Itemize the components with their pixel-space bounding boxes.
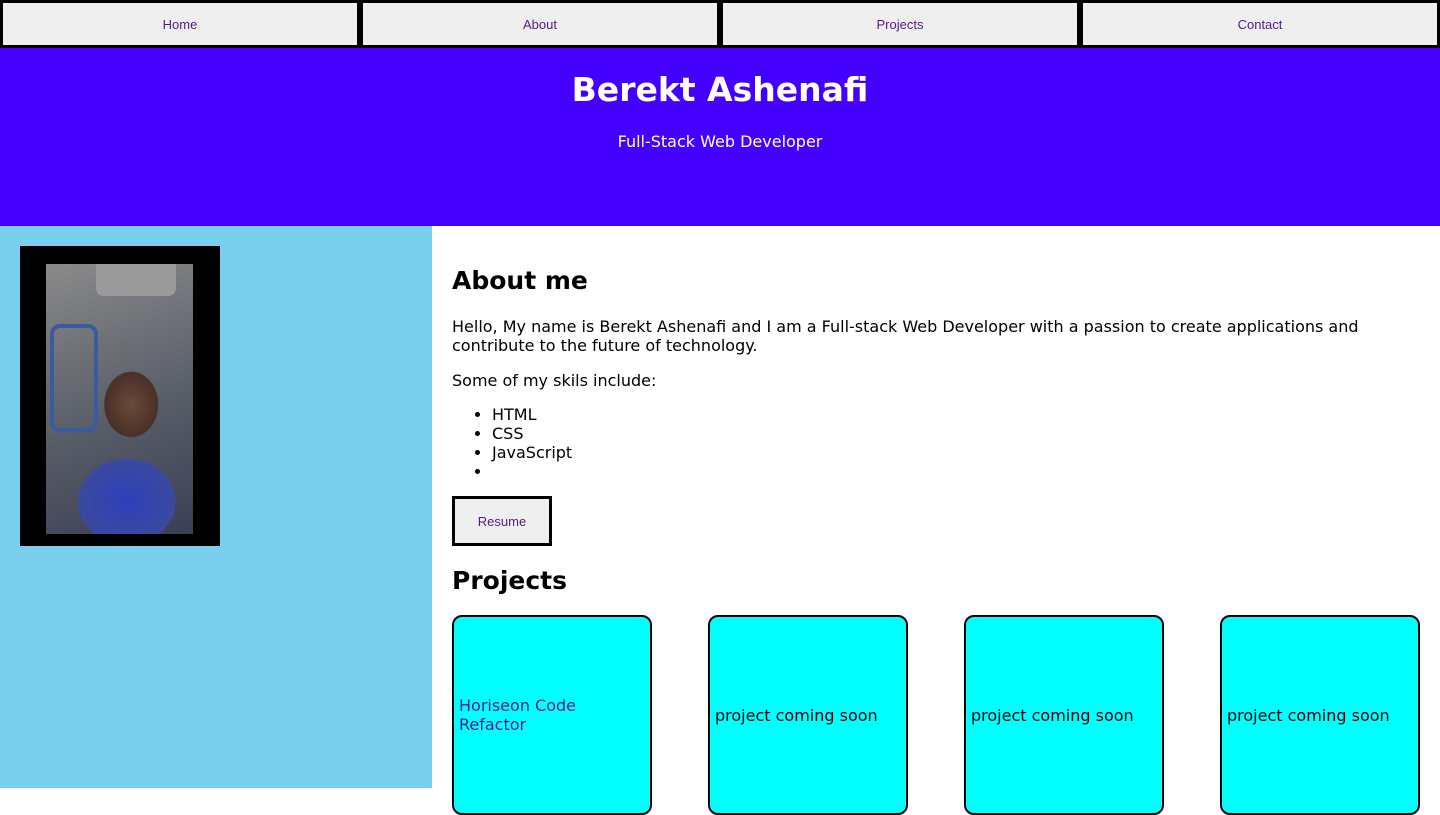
project-label: project coming soon <box>1227 705 1390 725</box>
skill-item <box>492 462 572 481</box>
project-label: project coming soon <box>715 705 878 725</box>
skill-item: JavaScript <box>492 443 572 462</box>
projects-heading: Projects <box>452 566 568 595</box>
nav-home-button[interactable]: Home <box>0 0 360 48</box>
about-paragraph: Hello, My name is Berekt Ashenafi and I … <box>452 317 1359 355</box>
skills-intro: Some of my skils include: <box>452 371 657 390</box>
skill-item: HTML <box>492 405 572 424</box>
site-subtitle: Full-Stack Web Developer <box>617 132 823 151</box>
about-heading: About me <box>452 266 588 295</box>
top-nav: Home About Projects Contact <box>0 0 1440 48</box>
header-banner: Berekt Ashenafi Full-Stack Web Developer <box>0 48 1440 226</box>
sidebar <box>0 226 432 788</box>
profile-photo <box>46 264 193 534</box>
project-link[interactable]: Horiseon Code Refactor <box>459 696 645 734</box>
nav-projects-button[interactable]: Projects <box>720 0 1080 48</box>
project-label: project coming soon <box>971 705 1134 725</box>
nav-about-button[interactable]: About <box>360 0 720 48</box>
profile-photo-frame <box>20 246 220 546</box>
site-title: Berekt Ashenafi <box>571 70 869 109</box>
project-card: project coming soon <box>964 615 1164 815</box>
skills-list: HTML CSS JavaScript <box>452 405 572 481</box>
project-card: project coming soon <box>1220 615 1420 815</box>
project-card: project coming soon <box>708 615 908 815</box>
nav-contact-button[interactable]: Contact <box>1080 0 1440 48</box>
skill-item: CSS <box>492 424 572 443</box>
main-content: About me Hello, My name is Berekt Ashena… <box>432 226 1440 815</box>
resume-button[interactable]: Resume <box>452 496 552 546</box>
project-card-horiseon[interactable]: Horiseon Code Refactor <box>452 615 652 815</box>
